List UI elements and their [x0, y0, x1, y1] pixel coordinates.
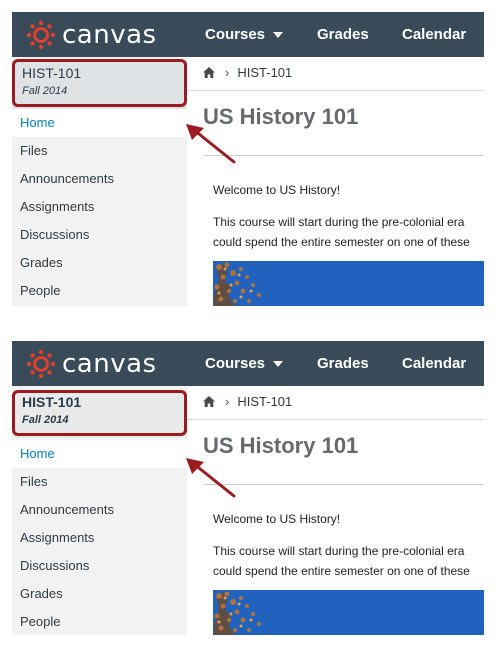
- canvas-logo[interactable]: canvas: [26, 349, 157, 379]
- course-main-content: › HIST-101 US History 101 Welcome to US …: [187, 57, 484, 306]
- course-nav-assignments[interactable]: Assignments: [12, 524, 187, 552]
- header-divider: [187, 90, 484, 91]
- global-header: canvas Courses Grades Calendar: [12, 341, 484, 386]
- chevron-right-icon: ›: [225, 394, 230, 409]
- course-nav-discussions[interactable]: Discussions: [12, 552, 187, 580]
- nav-calendar[interactable]: Calendar: [402, 341, 466, 386]
- intro-line-1: This course will start during the pre-co…: [213, 544, 465, 558]
- canvas-logo-icon: [26, 20, 56, 50]
- nav-courses[interactable]: Courses: [205, 341, 284, 386]
- page-title: US History 101: [203, 433, 359, 458]
- nav-grades[interactable]: Grades: [317, 341, 369, 386]
- course-banner-image: [213, 590, 484, 635]
- course-nav-discussions[interactable]: Discussions: [12, 221, 187, 249]
- title-divider: [203, 484, 484, 485]
- header-divider: [187, 419, 484, 420]
- intro-paragraph: This course will start during the pre-co…: [213, 541, 484, 581]
- nav-courses-label: Courses: [205, 26, 266, 43]
- nav-courses[interactable]: Courses: [205, 12, 284, 57]
- course-nav-home[interactable]: Home: [12, 440, 187, 468]
- course-nav-people[interactable]: People: [12, 277, 187, 305]
- caret-down-icon: [273, 360, 284, 367]
- canvas-screenshot-before: canvas Courses Grades Calendar HIST-101 …: [12, 12, 484, 306]
- canvas-logo[interactable]: canvas: [26, 20, 157, 50]
- chevron-right-icon: ›: [225, 65, 230, 80]
- course-sidebar: HIST-101 Fall 2014 Home Files Announceme…: [12, 57, 187, 306]
- course-nav-list: Home Files Announcements Assignments Dis…: [12, 109, 187, 305]
- breadcrumb-course[interactable]: HIST-101: [237, 394, 292, 409]
- caret-down-icon: [273, 31, 284, 38]
- course-nav-assignments[interactable]: Assignments: [12, 193, 187, 221]
- nav-calendar[interactable]: Calendar: [402, 12, 466, 57]
- course-main-content: › HIST-101 US History 101 Welcome to US …: [187, 386, 484, 635]
- welcome-text: Welcome to US History!: [213, 512, 341, 526]
- course-nav-people[interactable]: People: [12, 608, 187, 635]
- breadcrumb-course[interactable]: HIST-101: [237, 65, 292, 80]
- course-nav-grades[interactable]: Grades: [12, 249, 187, 277]
- home-icon[interactable]: [203, 396, 215, 407]
- course-nav-announcements[interactable]: Announcements: [12, 165, 187, 193]
- home-icon[interactable]: [203, 67, 215, 78]
- canvas-screenshot-after: canvas Courses Grades Calendar HIST-101 …: [12, 341, 484, 635]
- page-title: US History 101: [203, 104, 359, 129]
- intro-line-2: could spend the entire semester on one o…: [213, 235, 470, 249]
- course-nav-announcements[interactable]: Announcements: [12, 496, 187, 524]
- intro-paragraph: This course will start during the pre-co…: [213, 212, 484, 252]
- course-nav-list: Home Files Announcements Assignments Dis…: [12, 440, 187, 635]
- nav-grades[interactable]: Grades: [317, 12, 369, 57]
- canvas-logo-text: canvas: [62, 20, 157, 50]
- highlight-box: [12, 59, 187, 107]
- canvas-logo-text: canvas: [62, 349, 157, 379]
- course-banner-image: [213, 261, 484, 306]
- welcome-text: Welcome to US History!: [213, 183, 341, 197]
- intro-line-1: This course will start during the pre-co…: [213, 215, 465, 229]
- canvas-logo-icon: [26, 349, 56, 379]
- nav-courses-label: Courses: [205, 355, 266, 372]
- intro-line-2: could spend the entire semester on one o…: [213, 564, 470, 578]
- title-divider: [203, 155, 484, 156]
- course-nav-grades[interactable]: Grades: [12, 580, 187, 608]
- global-header: canvas Courses Grades Calendar: [12, 12, 484, 57]
- breadcrumb: › HIST-101: [203, 65, 292, 80]
- breadcrumb: › HIST-101: [203, 394, 292, 409]
- course-sidebar: HIST-101 Fall 2014 Home Files Announceme…: [12, 386, 187, 635]
- course-nav-home[interactable]: Home: [12, 109, 187, 137]
- course-nav-files[interactable]: Files: [12, 468, 187, 496]
- course-nav-files[interactable]: Files: [12, 137, 187, 165]
- highlight-box: [12, 390, 187, 436]
